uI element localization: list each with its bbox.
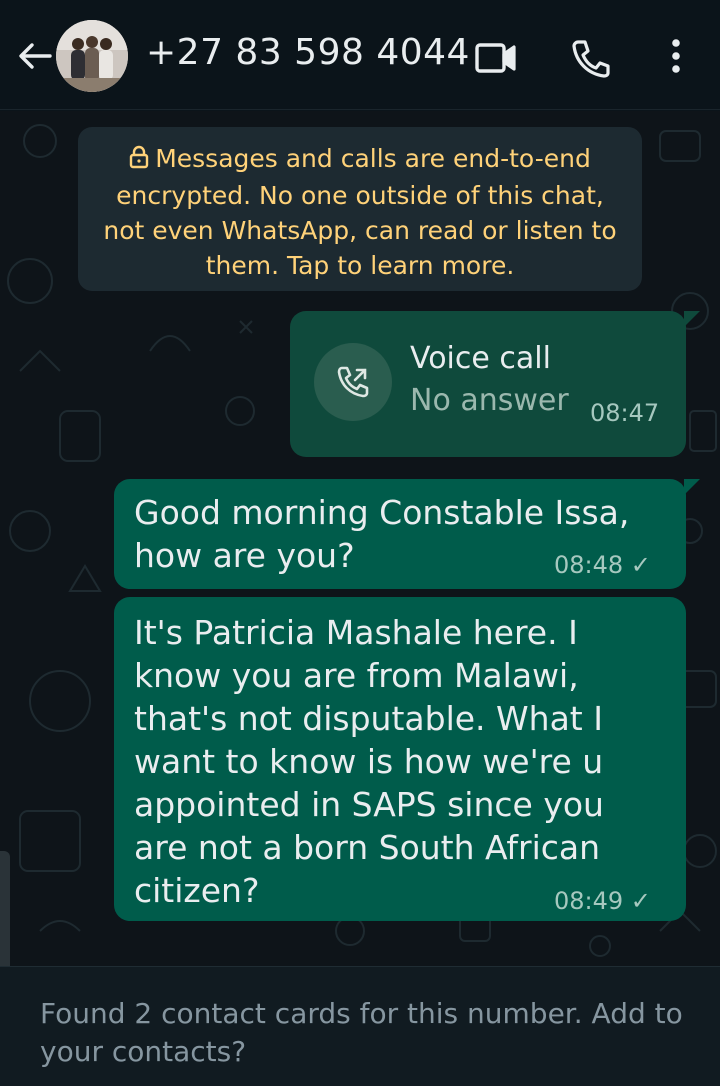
add-contact-banner[interactable]: Found 2 contact cards for this number. A… <box>0 966 720 1086</box>
message-line: Good morning Constable Issa, <box>134 493 630 532</box>
message-time: 08:49 ✓ <box>554 887 651 915</box>
encryption-notice[interactable]: Messages and calls are end-to-end encryp… <box>78 127 642 291</box>
message-line: how are you? <box>134 536 355 575</box>
message-line: citizen? <box>134 871 260 910</box>
outgoing-message[interactable]: Good morning Constable Issa, how are you… <box>114 479 686 589</box>
call-title: Voice call <box>410 341 551 376</box>
contact-name[interactable]: +27 83 598 4044 <box>146 32 470 73</box>
video-call-icon[interactable] <box>472 36 516 80</box>
message-line: know you are from Malawi, <box>134 656 579 695</box>
message-line: appointed in SAPS since you <box>134 785 604 824</box>
outgoing-message[interactable]: It's Patricia Mashale here. I know you a… <box>114 597 686 921</box>
message-line: that's not disputable. What I <box>134 699 603 738</box>
chat-area[interactable]: Messages and calls are end-to-end encryp… <box>0 111 720 966</box>
encryption-notice-text: Messages and calls are end-to-end encryp… <box>103 144 617 280</box>
message-line: are not a born South African <box>134 828 601 867</box>
message-time: 08:48 ✓ <box>554 551 651 579</box>
bubble-tail <box>684 311 700 327</box>
more-options-icon[interactable] <box>656 36 700 80</box>
missed-call-icon <box>314 343 392 421</box>
bubble-tail <box>684 479 700 495</box>
add-contact-text: Found 2 contact cards for this number. A… <box>40 997 683 1068</box>
voice-call-icon[interactable] <box>568 36 612 80</box>
lock-icon <box>129 143 149 178</box>
message-line: It's Patricia Mashale here. I <box>134 613 578 652</box>
chat-header: +27 83 598 4044 <box>0 0 720 110</box>
side-handle[interactable] <box>0 851 10 966</box>
message-time: 08:47 <box>590 399 660 427</box>
message-line: want to know is how we're u <box>134 742 604 781</box>
call-status: No answer <box>410 383 569 418</box>
avatar[interactable] <box>56 20 128 92</box>
voice-call-message[interactable]: Voice call No answer 08:47 <box>290 311 686 457</box>
back-arrow-icon[interactable] <box>14 36 54 76</box>
